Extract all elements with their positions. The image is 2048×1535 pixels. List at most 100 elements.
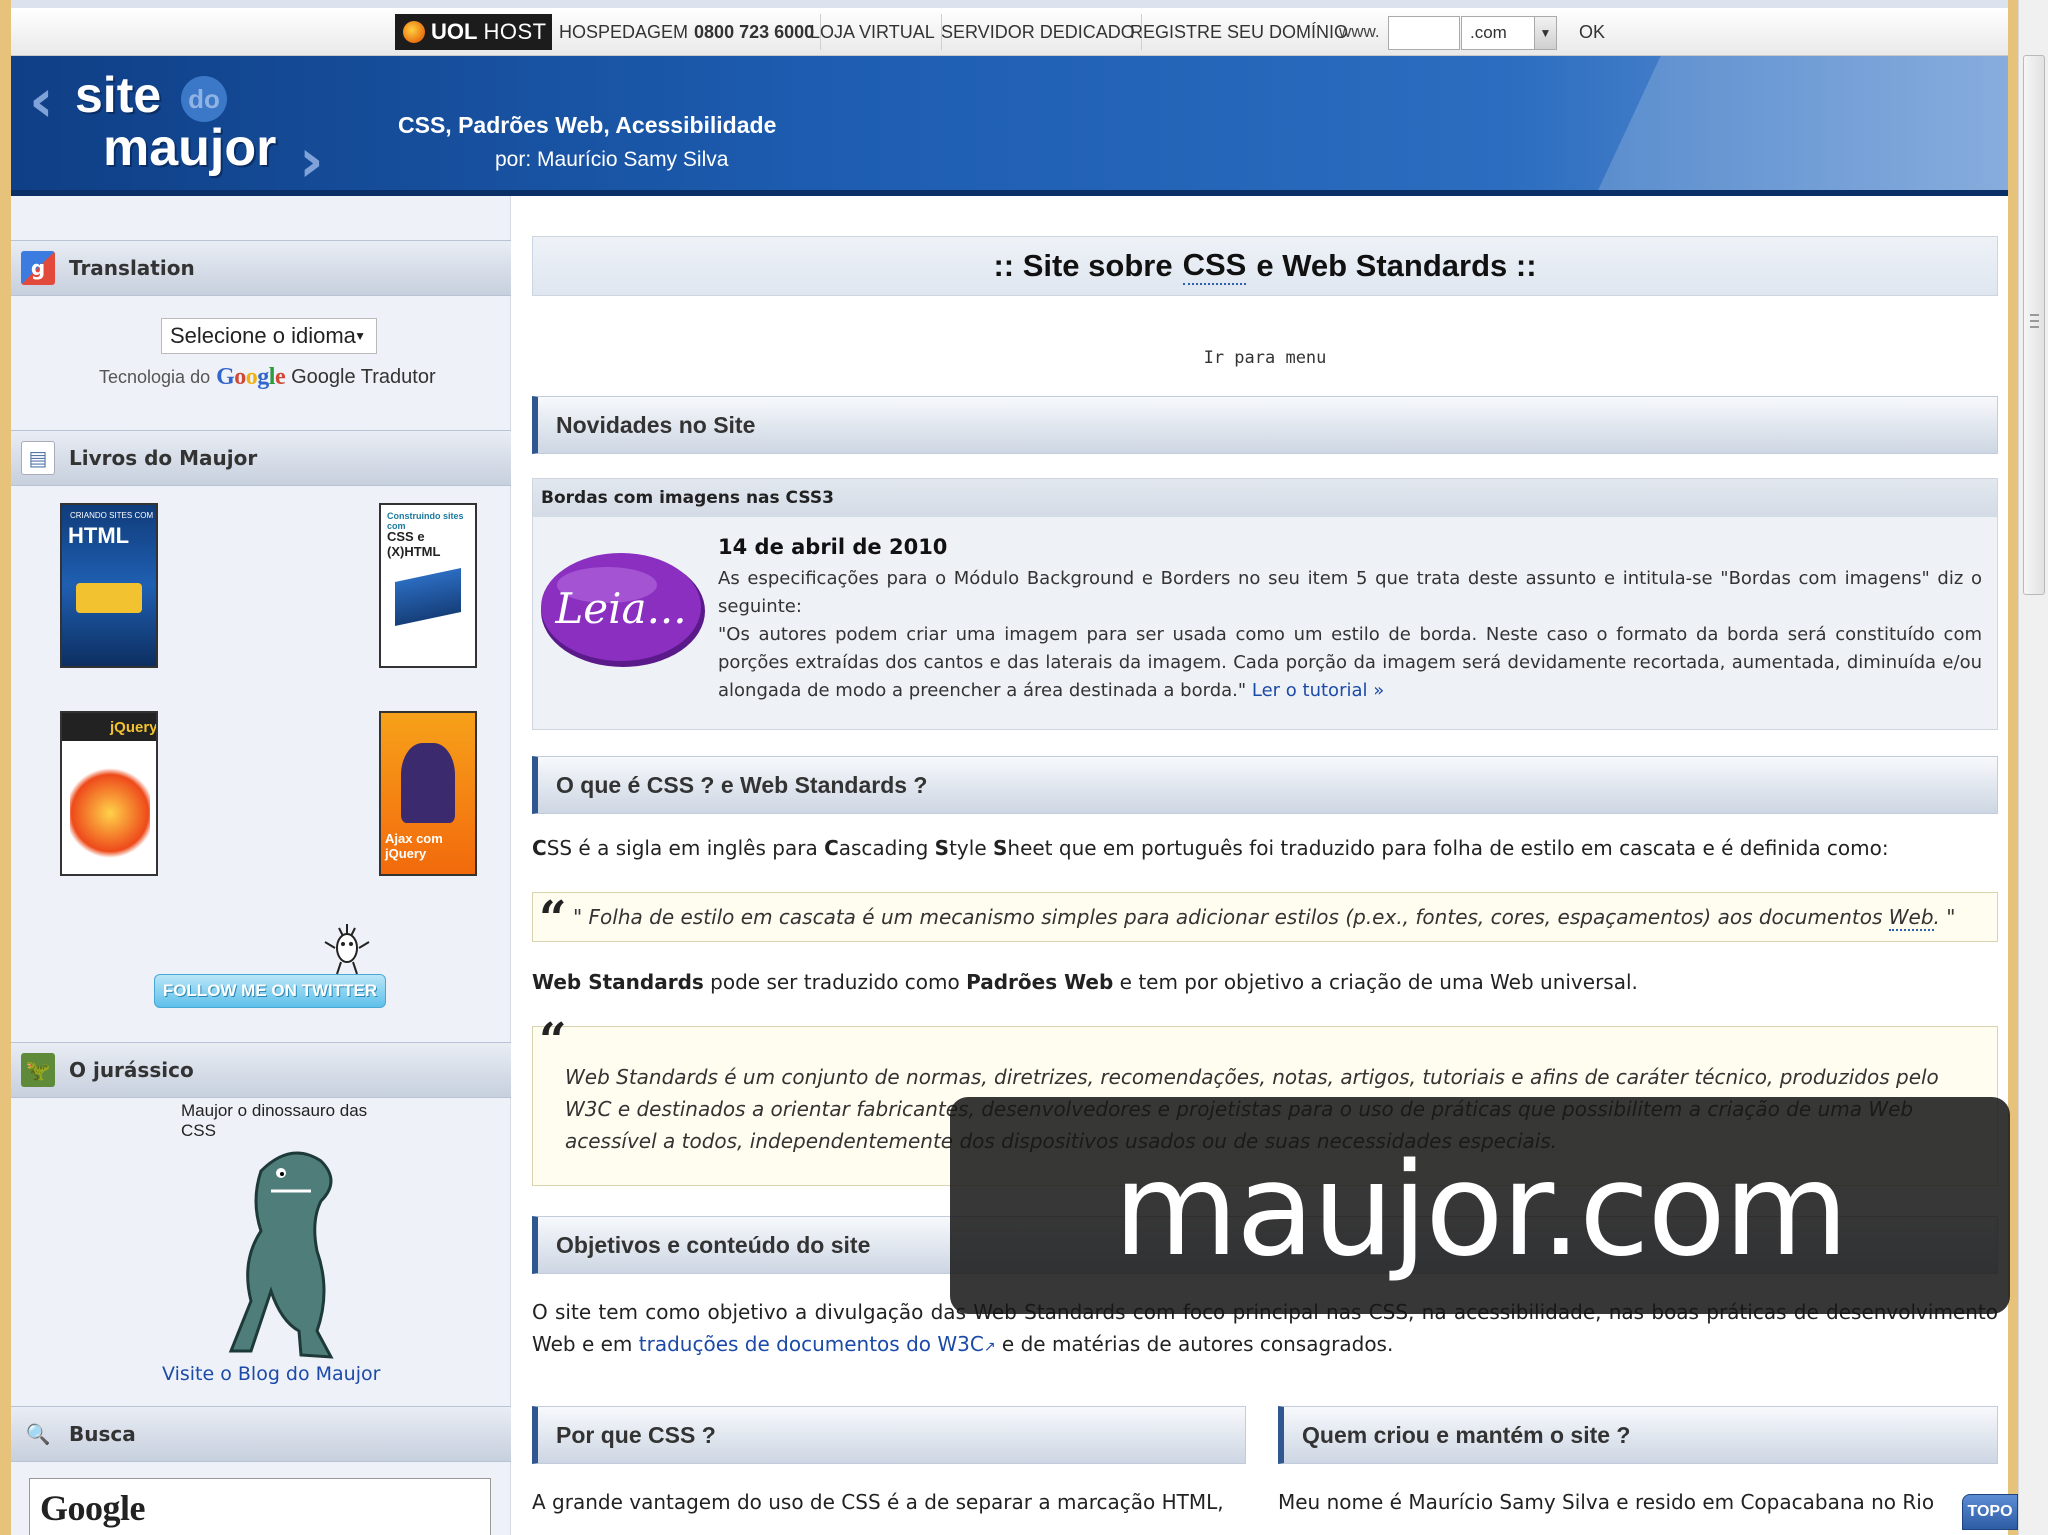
css-quote-web-abbr[interactable]: Web	[1888, 905, 1934, 931]
read-tutorial-link[interactable]: Ler o tutorial »	[1252, 680, 1384, 701]
leia-badge-icon[interactable]: Leia...	[537, 545, 707, 671]
who-paragraph: Meu nome é Maurício Samy Silva e resido …	[1278, 1490, 1935, 1514]
skip-to-menu-link[interactable]: Ir para menu	[532, 348, 1998, 368]
header-shine	[1567, 56, 2008, 196]
pw-bold: Padrões Web	[966, 970, 1114, 994]
section-heading-news: Novidades no Site	[532, 396, 1998, 454]
title-prefix: :: Site sobre	[993, 248, 1173, 283]
section-heading-why-css: Por que CSS ?	[532, 1406, 1246, 1464]
blog-link[interactable]: Visite o Blog do Maujor	[162, 1363, 380, 1385]
ws-bold: Web Standards	[532, 970, 704, 994]
book-html-small: CRIANDO SITES COM	[70, 511, 154, 520]
powered-prefix: Tecnologia do	[99, 367, 211, 387]
topbar-link-server[interactable]: SERVIDOR DEDICADO	[935, 14, 1142, 50]
back-to-top-button[interactable]: TOPO	[1962, 1494, 2018, 1530]
chevron-down-icon: ▼	[354, 329, 366, 343]
powered-by-google: Tecnologia do Google Google Tradutor	[99, 364, 436, 391]
logo-do-word: do	[181, 76, 227, 122]
css-quote-end: . "	[1933, 905, 1956, 929]
news-item-title[interactable]: Bordas com imagens nas CSS3	[533, 479, 1997, 517]
quote-mark-icon: “	[539, 891, 567, 947]
language-select[interactable]: Selecione o idioma ▼	[161, 318, 377, 354]
css-quote: “ " Folha de estilo em cascata é um meca…	[532, 891, 1998, 947]
tld-selected: .com	[1470, 23, 1507, 42]
section-heading-css: O que é CSS ? e Web Standards ?	[532, 756, 1998, 814]
google-logo: Google	[216, 364, 286, 390]
book-cover-html[interactable]: CRIANDO SITES COM HTML	[60, 503, 158, 668]
news-text-1: As especificações para o Módulo Backgrou…	[718, 568, 1982, 617]
logo-site-word[interactable]: site	[75, 66, 161, 124]
uol-brand: UOL	[431, 19, 478, 44]
sidebar: g Translation Selecione o idioma ▼ Tecno…	[11, 196, 511, 1535]
book-ajax-art	[401, 743, 455, 823]
jurassic-heading: O jurássico	[69, 1058, 194, 1082]
dinosaur-icon: 🦖	[21, 1053, 55, 1087]
book-cover-jquery[interactable]: jQuery	[60, 711, 158, 876]
goals-text-2: e de matérias de autores consagrados.	[1001, 1332, 1394, 1356]
title-abbr-css[interactable]: CSS	[1182, 247, 1247, 285]
google-search-box[interactable]: Google	[29, 1478, 491, 1535]
scrollbar-thumb[interactable]	[2023, 55, 2045, 595]
book-css-art	[395, 567, 461, 627]
ws-paragraph: Web Standards pode ser traduzido como Pa…	[532, 966, 1998, 998]
book-cover-ajax[interactable]: Ajax com jQuery	[379, 711, 477, 876]
topbar-link-shop[interactable]: LOJA VIRTUAL	[804, 14, 942, 50]
language-select-value: Selecione o idioma	[170, 323, 356, 348]
chevron-down-icon[interactable]: ▼	[1534, 17, 1556, 49]
css-paragraph: CSS é a sigla em inglês para Cascading S…	[532, 832, 1998, 864]
sidebar-heading-books: ▤ Livros do Maujor	[11, 430, 511, 486]
cascading-c: C	[824, 836, 839, 860]
logo-maujor-word[interactable]: maujor	[103, 118, 276, 178]
sidebar-heading-translation: g Translation	[11, 240, 511, 296]
domain-input[interactable]	[1388, 16, 1460, 50]
follow-twitter-button[interactable]: FOLLOW ME ON TWITTER	[154, 974, 386, 1008]
leia-badge-text: Leia...	[554, 584, 686, 633]
ok-button[interactable]: OK	[1579, 22, 1605, 43]
logo-chevron-left-icon: ‹	[29, 66, 54, 136]
book-icon: ▤	[21, 441, 55, 475]
translation-heading: Translation	[69, 256, 195, 280]
book-cover-css[interactable]: Construindo sites com CSS e (X)HTML	[379, 503, 477, 668]
book-jquery-title: jQuery	[110, 719, 158, 736]
page-title: :: Site sobre CSS e Web Standards ::	[532, 236, 1998, 296]
css-c: C	[532, 836, 547, 860]
site-tagline: CSS, Padrões Web, Acessibilidade	[398, 112, 777, 138]
translator-link[interactable]: Google Tradutor	[291, 366, 436, 389]
window-frame-right	[2008, 0, 2018, 1535]
style-s: S	[934, 836, 950, 860]
ws-mid: pode ser traduzido como	[703, 970, 967, 994]
hosting-label: HOSPEDAGEM	[559, 21, 689, 42]
book-css-title: CSS e (X)HTML	[387, 529, 441, 559]
quote-mark-icon: “	[539, 1013, 567, 1069]
ws-end: e tem por objetivo a criação de uma Web …	[1113, 970, 1638, 994]
uol-logo-icon	[403, 21, 425, 43]
external-link-icon: ↗	[983, 1339, 996, 1355]
window-frame-top	[0, 0, 2048, 8]
site-header: ‹ site do maujor › CSS, Padrões Web, Ace…	[11, 56, 2008, 196]
news-date: 14 de abril de 2010	[718, 535, 948, 559]
topbar-link-hosting[interactable]: HOSPEDAGEM 0800 723 6000	[553, 14, 822, 50]
w3c-translations-link[interactable]: traduções de documentos do W3C	[639, 1332, 984, 1356]
topbar-register-label: REGISTRE SEU DOMÍNIO	[1130, 21, 1349, 42]
css-quote-text: " Folha de estilo em cascata é um mecani…	[573, 905, 1883, 929]
tld-select[interactable]: .com ▼	[1461, 16, 1557, 50]
news-box: Bordas com imagens nas CSS3 Leia... 14 d…	[532, 478, 1998, 730]
news-text: As especificações para o Módulo Backgrou…	[718, 565, 1982, 705]
sheet-s: S	[992, 836, 1008, 860]
vertical-scrollbar[interactable]	[2018, 0, 2048, 1535]
scroll-grip-icon	[2030, 314, 2039, 328]
main-content: :: Site sobre CSS e Web Standards :: Ir …	[532, 196, 1998, 1535]
sheet-rest: heet que em português foi traduzido para…	[1007, 836, 1889, 860]
www-prefix: www.	[1339, 22, 1380, 41]
book-ajax-title: Ajax com jQuery	[385, 831, 443, 861]
book-html-art	[76, 583, 142, 613]
dinosaur-mascot[interactable]	[221, 1131, 371, 1361]
books-heading: Livros do Maujor	[69, 446, 258, 470]
section-heading-who: Quem criou e mantém o site ?	[1278, 1406, 1998, 1464]
title-suffix: e Web Standards ::	[1256, 248, 1537, 283]
window-frame-left	[0, 0, 11, 1535]
uol-host-logo[interactable]: UOL HOST	[395, 14, 552, 50]
google-search-logo: Google	[40, 1488, 145, 1528]
search-heading: Busca	[69, 1422, 136, 1446]
google-translate-icon: g	[21, 251, 55, 285]
